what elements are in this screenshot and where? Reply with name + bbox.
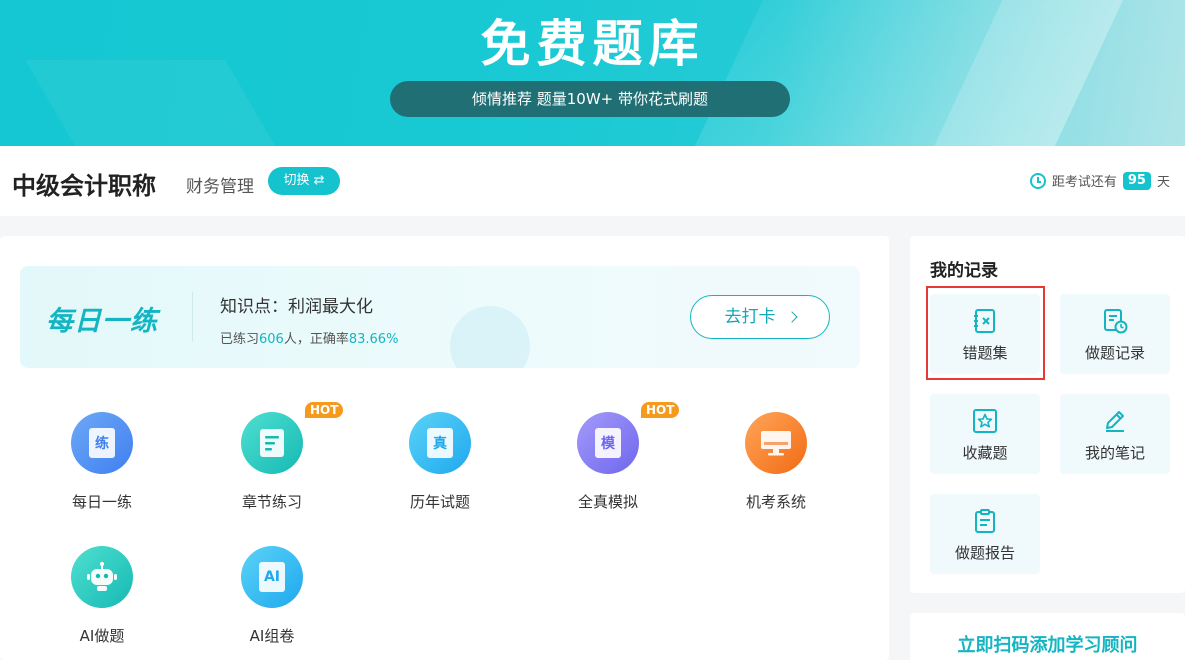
record-favorites[interactable]: 收藏题 — [930, 394, 1040, 474]
icon-glyph: 真 — [427, 428, 453, 458]
countdown-days: 95 — [1122, 171, 1151, 190]
daily-practice-logo: 每日一练 — [46, 306, 158, 337]
document-icon: HOT — [241, 402, 344, 474]
daily-practice-icon: 练 — [71, 412, 133, 474]
feature-label: 章节练习 — [241, 493, 302, 511]
exam-countdown: 距考试还有 95 天 — [1029, 171, 1170, 190]
subject-name: 财务管理 — [186, 177, 254, 197]
icon-glyph: AI — [259, 562, 285, 592]
pencil-icon — [1106, 411, 1124, 432]
feature-label: 历年试题 — [409, 493, 470, 511]
feature-ai-paper[interactable]: AI AI组卷 — [212, 546, 332, 646]
record-label: 做题报告 — [954, 544, 1015, 562]
feature-past-exams[interactable]: 真 历年试题 — [380, 412, 500, 512]
computer-monitor-icon — [745, 412, 807, 474]
feature-label: 每日一练 — [71, 493, 132, 511]
record-label: 做题记录 — [1084, 344, 1145, 362]
feature-mock-exam[interactable]: 模 HOT 全真模拟 — [548, 402, 680, 512]
star-icon — [973, 409, 997, 433]
divider — [192, 292, 193, 342]
mock-exam-icon: 模 HOT — [577, 402, 680, 474]
monitor-svg — [761, 431, 791, 456]
daily-practice-card: 每日一练 知识点：利润最大化 已练习606人，正确率83.66% 去打卡 — [20, 266, 860, 368]
exam-title: 中级会计职称 — [12, 172, 156, 200]
robot-svg — [87, 562, 117, 591]
stats-prefix: 已练习 — [220, 332, 260, 347]
stats-count: 606 — [259, 332, 284, 347]
records-title: 我的记录 — [930, 261, 998, 281]
record-label: 收藏题 — [962, 444, 1008, 462]
selection-highlight — [926, 286, 1045, 380]
record-label: 我的笔记 — [1084, 444, 1145, 462]
past-exam-icon: 真 — [409, 412, 471, 474]
history-clock-icon — [1104, 309, 1128, 334]
record-report[interactable]: 做题报告 — [930, 494, 1040, 574]
feature-label: 全真模拟 — [577, 493, 638, 511]
feature-ai-practice[interactable]: AI做题 — [42, 546, 162, 646]
card-decoration — [450, 306, 530, 368]
ai-paper-icon: AI — [241, 546, 303, 608]
switch-subject-button[interactable]: 切换 ⇄ — [268, 167, 340, 195]
banner: 免费题库 倾情推荐 题量10W+ 带你花式刷题 — [0, 0, 1185, 146]
hot-badge: HOT — [305, 402, 344, 418]
report-icon — [975, 509, 995, 533]
feature-label: 机考系统 — [745, 493, 806, 511]
stats-rate: 83.66% — [348, 332, 399, 347]
countdown-suffix: 天 — [1156, 175, 1170, 190]
checkin-button[interactable]: 去打卡 — [690, 295, 830, 339]
main-panel: 每日一练 知识点：利润最大化 已练习606人，正确率83.66% 去打卡 练 每… — [0, 236, 889, 660]
checkin-label: 去打卡 — [724, 307, 776, 327]
icon-glyph: 模 — [595, 428, 621, 458]
feature-daily-practice[interactable]: 练 每日一练 — [42, 412, 162, 512]
banner-title: 免费题库 — [480, 15, 705, 73]
feature-chapter-practice[interactable]: HOT 章节练习 — [212, 402, 344, 512]
document-icon-svg — [260, 429, 284, 457]
countdown-prefix: 距考试还有 — [1051, 175, 1117, 190]
feature-computer-exam[interactable]: 机考系统 — [716, 412, 836, 512]
clock-icon — [1029, 172, 1046, 189]
robot-icon — [71, 546, 133, 608]
banner-subtitle: 倾情推荐 题量10W+ 带你花式刷题 — [390, 81, 790, 117]
record-notes[interactable]: 我的笔记 — [1060, 394, 1170, 474]
exam-header: 中级会计职称 财务管理 切换 ⇄ 距考试还有 95 天 — [0, 146, 1185, 216]
practice-stats: 已练习606人，正确率83.66% — [220, 328, 398, 347]
consultant-cta[interactable]: 立即扫码添加学习顾问 — [910, 631, 1185, 657]
consultant-panel: 立即扫码添加学习顾问 — [910, 613, 1185, 660]
feature-label: AI做题 — [79, 627, 125, 645]
feature-label: AI组卷 — [249, 627, 295, 645]
knowledge-point: 知识点：利润最大化 — [220, 297, 373, 317]
chevron-right-icon — [785, 311, 798, 323]
hot-badge: HOT — [641, 402, 680, 418]
record-history[interactable]: 做题记录 — [1060, 294, 1170, 374]
icon-glyph: 练 — [89, 428, 115, 458]
stats-mid: 人，正确率 — [283, 332, 349, 347]
